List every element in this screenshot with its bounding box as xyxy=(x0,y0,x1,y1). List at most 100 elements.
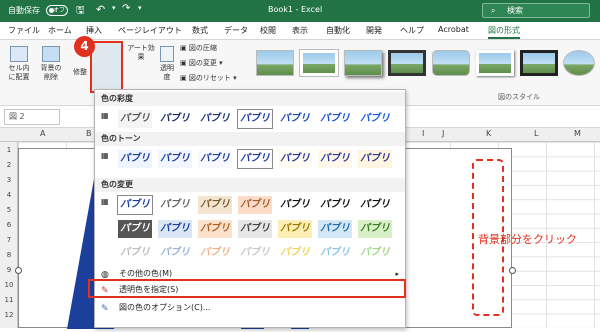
tone-swatch[interactable]: パブリ xyxy=(117,149,153,169)
reset-picture-icon: ▣ xyxy=(180,74,187,82)
resize-handle[interactable] xyxy=(509,267,516,274)
saturation-swatch[interactable]: パブリ xyxy=(157,109,193,129)
saturation-swatch[interactable]: パブリ xyxy=(197,109,233,129)
tab-review[interactable]: 校閲 xyxy=(260,25,276,36)
picture-style-4[interactable] xyxy=(388,50,426,76)
tone-swatch[interactable]: パブリ xyxy=(197,149,233,169)
tab-developer[interactable]: 開発 xyxy=(366,25,382,36)
autosave-toggle[interactable]: オフ xyxy=(46,5,68,16)
row-header[interactable]: 11 xyxy=(0,296,18,304)
tab-automate[interactable]: 自動化 xyxy=(326,25,350,36)
recolor-swatch[interactable]: パブリ xyxy=(197,243,233,263)
recolor-swatch[interactable]: パブリ xyxy=(237,243,273,263)
recolor-swatch[interactable]: パブリ xyxy=(157,195,193,215)
resize-handle[interactable] xyxy=(15,267,22,274)
tone-swatch[interactable]: パブリ xyxy=(157,149,193,169)
save-icon[interactable]: 🖫 xyxy=(76,3,85,20)
compress-label: 図の圧縮 xyxy=(188,44,217,52)
tab-file[interactable]: ファイル xyxy=(8,25,40,36)
col-header-i[interactable]: I xyxy=(422,129,424,138)
transparency-button[interactable]: 透明 度 xyxy=(158,46,176,82)
row-header[interactable]: 4 xyxy=(0,191,18,199)
recolor-swatch[interactable]: パブリ xyxy=(357,219,393,239)
tab-help[interactable]: ヘルプ xyxy=(400,25,424,36)
recolor-swatch[interactable]: パブリ xyxy=(357,243,393,263)
saturation-swatch-selected[interactable]: パブリ xyxy=(237,109,273,129)
recolor-swatch[interactable]: パブリ xyxy=(277,243,313,263)
picture-style-5[interactable] xyxy=(432,50,470,76)
tab-picture-format[interactable]: 図の形式 xyxy=(488,25,520,39)
recolor-swatch[interactable]: パブリ xyxy=(317,243,353,263)
undo-icon[interactable]: ↶ xyxy=(96,3,105,16)
recolor-swatch[interactable]: パブリ xyxy=(117,219,153,239)
redo-icon[interactable]: ↷ xyxy=(122,3,130,14)
customize-qat-icon[interactable]: ▾ xyxy=(138,4,142,12)
col-header-j[interactable]: J xyxy=(442,129,444,138)
picture-style-8[interactable] xyxy=(563,50,595,76)
saturation-swatch[interactable]: パブリ xyxy=(117,109,153,129)
picture-style-2[interactable] xyxy=(299,49,339,77)
row-header[interactable]: 2 xyxy=(0,161,18,169)
saturation-icon: ▦ xyxy=(101,111,109,120)
tab-view[interactable]: 表示 xyxy=(292,25,308,36)
artistic-effects-button[interactable]: アート効果 xyxy=(126,44,156,62)
row-header[interactable]: 1 xyxy=(0,146,18,154)
tab-page-layout[interactable]: ページレイアウト xyxy=(118,25,182,36)
remove-background-button[interactable]: 背景の 削除 xyxy=(36,46,66,82)
picture-color-options-item[interactable]: ✎ 図の色のオプション(C)... xyxy=(95,300,405,316)
transparency-icon xyxy=(160,46,174,62)
picture-style-6[interactable] xyxy=(476,50,514,76)
recolor-swatch[interactable]: パブリ xyxy=(197,195,233,215)
recolor-swatch[interactable]: パブリ xyxy=(117,243,153,263)
recolor-swatch[interactable]: パブリ xyxy=(357,195,393,215)
picture-style-1[interactable] xyxy=(256,50,294,76)
reset-picture-button[interactable]: ▣ 図のリセット ▾ xyxy=(180,74,237,83)
col-header-m[interactable]: M xyxy=(574,129,581,138)
row-header[interactable]: 8 xyxy=(0,251,18,259)
recolor-swatch[interactable]: パブリ xyxy=(317,195,353,215)
undo-dropdown-icon[interactable]: ▾ xyxy=(112,4,116,12)
tone-swatch[interactable]: パブリ xyxy=(357,149,393,169)
tab-home[interactable]: ホーム xyxy=(48,25,72,36)
corrections-button[interactable]: 修整 xyxy=(70,68,90,77)
recolor-swatch[interactable]: パブリ xyxy=(157,243,193,263)
tone-swatch[interactable]: パブリ xyxy=(277,149,313,169)
recolor-swatch[interactable]: パブリ xyxy=(197,219,233,239)
saturation-swatch[interactable]: パブリ xyxy=(317,109,353,129)
row-header[interactable]: 5 xyxy=(0,206,18,214)
recolor-swatch[interactable]: パブリ xyxy=(157,219,193,239)
picture-style-7[interactable] xyxy=(520,50,558,76)
row-header[interactable]: 7 xyxy=(0,236,18,244)
tab-acrobat[interactable]: Acrobat xyxy=(438,25,469,34)
tab-formulas[interactable]: 数式 xyxy=(192,25,208,36)
recolor-swatch-selected[interactable]: パブリ xyxy=(117,195,153,215)
compress-pictures-button[interactable]: ▣ 図の圧縮 xyxy=(180,44,217,53)
search-box[interactable]: ⌕ 検索 xyxy=(482,3,590,18)
recolor-swatch[interactable]: パブリ xyxy=(277,219,313,239)
tab-insert[interactable]: 挿入 xyxy=(86,25,102,36)
col-header-a[interactable]: A xyxy=(40,129,45,138)
saturation-swatch[interactable]: パブリ xyxy=(357,109,393,129)
row-header[interactable]: 10 xyxy=(0,281,18,289)
recolor-swatch[interactable]: パブリ xyxy=(237,219,273,239)
row-header[interactable]: 12 xyxy=(0,311,18,319)
col-header-l[interactable]: L xyxy=(534,129,538,138)
recolor-swatch[interactable]: パブリ xyxy=(277,195,313,215)
row-header[interactable]: 6 xyxy=(0,221,18,229)
saturation-swatch[interactable]: パブリ xyxy=(277,109,313,129)
col-header-k[interactable]: K xyxy=(486,129,491,138)
place-in-cell-button[interactable]: セル内 に配置 xyxy=(4,46,34,82)
tone-swatch[interactable]: パブリ xyxy=(317,149,353,169)
row-header[interactable]: 3 xyxy=(0,176,18,184)
recolor-swatch[interactable]: パブリ xyxy=(237,195,273,215)
col-header-b[interactable]: B xyxy=(86,129,92,138)
change-picture-button[interactable]: ▣ 図の変更 ▾ xyxy=(180,59,223,68)
click-background-annotation: 背景部分をクリック xyxy=(478,233,577,246)
remove-background-icon xyxy=(42,46,60,62)
recolor-swatch[interactable]: パブリ xyxy=(317,219,353,239)
name-box[interactable]: 図 2 xyxy=(4,109,60,125)
section-header-tone: 色のトーン xyxy=(95,132,405,146)
picture-style-3[interactable] xyxy=(344,50,382,76)
tab-data[interactable]: データ xyxy=(224,25,248,36)
tone-swatch-selected[interactable]: パブリ xyxy=(237,149,273,169)
